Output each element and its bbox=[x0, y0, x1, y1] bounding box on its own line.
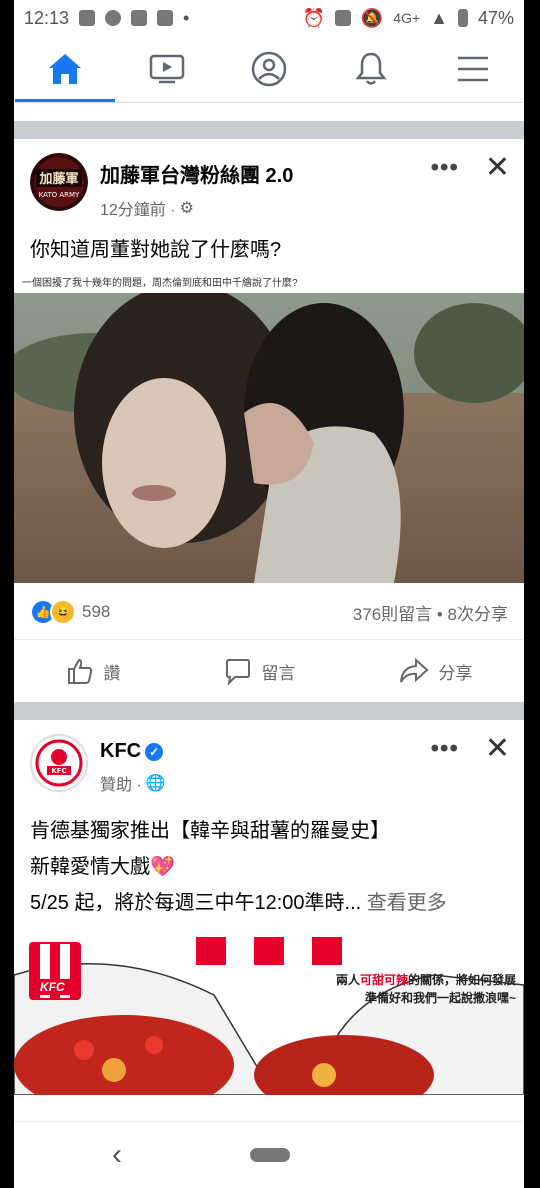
post-line-3: 5/25 起，將於每週三中午12:00準時... bbox=[30, 892, 362, 914]
close-icon[interactable]: ✕ bbox=[485, 153, 510, 183]
reactions[interactable]: 👍 😆 598 bbox=[30, 599, 110, 625]
banner-text: 兩人可甜可辣的關係，將如何發展 準備好和我們一起說撒浪嘿~ bbox=[336, 971, 516, 1007]
post-text: 肯德基獨家推出【韓辛與甜薯的羅曼史】 新韓愛情大戲💖 5/25 起，將於每週三中… bbox=[14, 803, 524, 921]
video-icon bbox=[149, 54, 185, 84]
more-options-icon[interactable]: ••• bbox=[431, 154, 459, 182]
post-header: KFC KFC ✓ 贊助 · 🌐 ••• ✕ bbox=[14, 720, 524, 803]
network-label: 4G+ bbox=[393, 10, 421, 26]
page-name[interactable]: 加藤軍台灣粉絲團 2.0 bbox=[100, 159, 293, 188]
comments-shares[interactable]: 376則留言 • 8次分享 bbox=[353, 600, 508, 625]
see-more-link[interactable]: 查看更多 bbox=[367, 892, 447, 914]
messenger-icon bbox=[105, 10, 122, 26]
home-pill[interactable] bbox=[250, 1148, 290, 1162]
top-navigation bbox=[14, 36, 524, 103]
image-caption: 一個困擾了我十幾年的問題，周杰倫到底和田中千繪說了什麼? bbox=[22, 278, 298, 289]
system-navigation-bar: ‹ bbox=[14, 1121, 524, 1188]
status-bar: 12:13 • ⏰ 🔕 4G+ ▲ 47% bbox=[14, 0, 524, 36]
profile-tab[interactable] bbox=[229, 39, 309, 99]
reaction-count: 598 bbox=[82, 602, 111, 621]
battery-level: 47% bbox=[477, 7, 514, 28]
signal-icon: ▲ bbox=[430, 7, 448, 28]
battery-icon bbox=[457, 9, 468, 27]
cast-icon bbox=[334, 10, 351, 26]
comment-label: 留言 bbox=[261, 663, 296, 683]
comment-button[interactable]: 留言 bbox=[224, 657, 296, 685]
feed-divider bbox=[14, 121, 524, 139]
post-time[interactable]: 12分鐘前 · bbox=[100, 196, 176, 220]
thumbs-up-icon bbox=[67, 658, 92, 684]
post-photo[interactable] bbox=[14, 293, 524, 583]
verified-badge-icon: ✓ bbox=[145, 742, 164, 761]
page-avatar[interactable]: 加藤軍 KATO ARMY bbox=[30, 153, 88, 211]
close-icon[interactable]: ✕ bbox=[485, 734, 510, 764]
home-tab[interactable] bbox=[15, 39, 115, 102]
post-header: 加藤軍 KATO ARMY 加藤軍台灣粉絲團 2.0 12分鐘前 · ⚙ ••• … bbox=[14, 139, 524, 228]
like-label: 讚 bbox=[103, 663, 121, 683]
banner-text-line-2: 準備好和我們一起說撒浪嘿~ bbox=[364, 991, 516, 1005]
haha-reaction-icon: 😆 bbox=[50, 599, 76, 625]
hamburger-icon bbox=[458, 56, 488, 82]
menu-tab[interactable] bbox=[433, 39, 513, 99]
svg-text:KFC: KFC bbox=[51, 767, 66, 775]
post-text: 你知道周董對她說了什麼嗎? bbox=[30, 239, 282, 261]
share-icon bbox=[399, 657, 428, 683]
share-label: 分享 bbox=[438, 663, 473, 683]
like-button[interactable]: 讚 bbox=[66, 657, 121, 685]
svg-text:KATO ARMY: KATO ARMY bbox=[39, 191, 80, 199]
gear-icon: ⚙ bbox=[179, 200, 194, 217]
status-time: 12:13 bbox=[24, 7, 70, 28]
notifications-tab[interactable] bbox=[331, 39, 411, 99]
android-icon bbox=[79, 10, 96, 26]
app-icon bbox=[157, 10, 174, 26]
alarm-icon: ⏰ bbox=[302, 7, 325, 28]
sponsored-post: KFC KFC ✓ 贊助 · 🌐 ••• ✕ 肯德基獨家推出【韓辛與甜薯的羅曼史】… bbox=[14, 720, 524, 1095]
dot-icon: • bbox=[183, 7, 190, 28]
banner-text-c: 的關係，將如何發展 bbox=[407, 973, 516, 987]
svg-text:加藤軍: 加藤軍 bbox=[38, 171, 78, 187]
globe-icon: 🌐 bbox=[145, 775, 166, 792]
mute-icon: 🔕 bbox=[360, 7, 384, 28]
bell-icon bbox=[355, 52, 387, 85]
post-line-2: 新韓愛情大戲💖 bbox=[30, 856, 175, 878]
home-icon bbox=[49, 54, 81, 84]
more-options-icon[interactable]: ••• bbox=[431, 735, 459, 763]
post-line-1: 肯德基獨家推出【韓辛與甜薯的羅曼史】 bbox=[30, 820, 390, 842]
sponsored-label[interactable]: 贊助 · bbox=[100, 771, 142, 795]
kfc-avatar[interactable]: KFC bbox=[30, 734, 88, 792]
android-icon bbox=[131, 10, 148, 26]
post-actions: 讚 留言 分享 bbox=[14, 640, 524, 702]
feed-divider bbox=[14, 702, 524, 720]
back-icon[interactable]: ‹ bbox=[112, 1138, 122, 1172]
screen: 12:13 • ⏰ 🔕 4G+ ▲ 47% 加藤軍 KATO ARMY 加藤軍台… bbox=[14, 0, 524, 1188]
comment-icon bbox=[225, 659, 250, 685]
feed-post: 加藤軍 KATO ARMY 加藤軍台灣粉絲團 2.0 12分鐘前 · ⚙ ••• … bbox=[14, 139, 524, 702]
page-name[interactable]: KFC ✓ bbox=[100, 740, 166, 763]
banner-text-a: 兩人 bbox=[335, 973, 360, 987]
banner-logo-text: KFC bbox=[40, 980, 65, 994]
profile-icon bbox=[251, 51, 287, 87]
banner-text-highlight: 可甜可辣 bbox=[359, 973, 408, 987]
post-stats: 👍 😆 598 376則留言 • 8次分享 bbox=[14, 583, 524, 640]
watch-tab[interactable] bbox=[127, 39, 207, 99]
share-button[interactable]: 分享 bbox=[399, 657, 473, 685]
ad-banner[interactable]: KFC 兩人可甜可辣的關係，將如何發展 準備好和我們一起說撒浪嘿~ bbox=[14, 935, 524, 1095]
